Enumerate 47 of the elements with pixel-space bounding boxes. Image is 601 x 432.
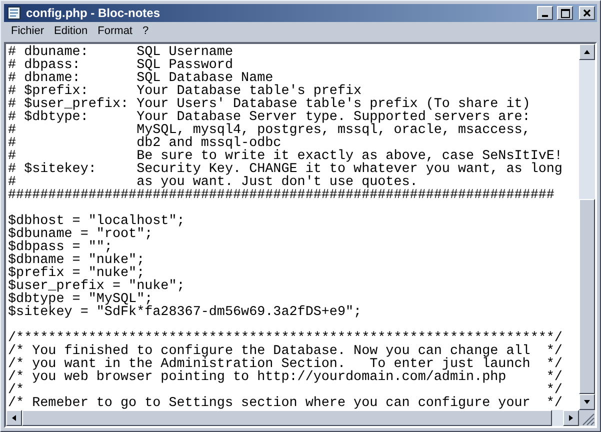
scroll-up-button[interactable] — [579, 44, 595, 60]
scroll-thumb[interactable] — [579, 199, 595, 394]
scroll-left-button[interactable] — [6, 410, 22, 426]
menu-item[interactable]: Edition — [49, 25, 93, 37]
code-line: # dbpass: SQL Password — [8, 59, 234, 72]
maximize-button[interactable] — [557, 6, 573, 20]
vertical-scrollbar[interactable] — [579, 44, 595, 410]
code-line: $user_prefix = "nuke"; — [8, 280, 186, 293]
code-line: $sitekey = "SdFk*fa28367-dm56w69.3a2fDS+e9"; — [8, 306, 363, 319]
code-line: # MySQL, mysql4, postgres, mssql, oracle, msaccess, — [8, 124, 532, 137]
code-line: # $sitekey: Security Key. CHANGE it to whatever you want, as long — [8, 163, 564, 176]
code-line: $dbtype = "MySQL"; — [8, 293, 153, 306]
scroll-down-button[interactable] — [579, 394, 595, 410]
code-line: /*******************************************************************/ — [8, 332, 564, 345]
code-line: # $dbtype: Your Database Server type. Supported servers are: — [8, 111, 532, 124]
code-line: $dbpass = ""; — [8, 241, 112, 254]
menu-item[interactable]: Format — [92, 25, 138, 37]
code-line: $dbuname = "root"; — [8, 228, 154, 241]
code-line: /* Remeber to go to Settings section where you can configure your */ — [8, 397, 564, 410]
code-line: # dbuname: SQL Username — [8, 46, 234, 59]
code-line: # as you want. Just don't use quotes. — [8, 176, 418, 189]
menu-item[interactable]: ? — [138, 25, 154, 37]
maximize-icon — [560, 8, 570, 18]
code-line: # $prefix: Your Database table's prefix — [8, 85, 363, 98]
code-line: # Be sure to write it exactly as above, case SeNsItIvE! — [8, 150, 564, 163]
close-icon — [583, 9, 591, 17]
code-line: /* */ — [8, 384, 564, 397]
minimize-button[interactable] — [537, 6, 553, 20]
code-line: $dbhost = "localhost"; — [8, 215, 186, 228]
code-line: /* you web browser pointing to http://yourdomain.com/admin.php */ — [8, 371, 564, 384]
scroll-right-button[interactable] — [563, 410, 579, 426]
code-line: /* you want in the Administration Section. To enter just launch */ — [8, 358, 564, 371]
code-line: # db2 and mssql-odbc — [8, 137, 282, 150]
code-line: # $user_prefix: Your Users' Database table's prefix (To share it) — [8, 98, 532, 111]
right-arrow-icon — [568, 414, 574, 422]
close-button[interactable] — [579, 6, 595, 20]
code-line: $dbname = "nuke"; — [8, 254, 146, 267]
up-arrow-icon — [583, 49, 591, 55]
hash-rule: #################################################################### — [8, 189, 556, 202]
down-arrow-icon — [583, 399, 591, 405]
menu-item[interactable]: Fichier — [6, 25, 50, 37]
code-line: # dbname: SQL Database Name — [8, 72, 274, 85]
window-title: config.php - Bloc-notes — [26, 6, 161, 20]
notepad-icon — [6, 6, 22, 20]
left-arrow-icon — [11, 414, 17, 422]
code-line: $prefix = "nuke"; — [8, 267, 145, 280]
code-line: /* You finished to configure the Database. Now you can change all */ — [8, 345, 564, 358]
